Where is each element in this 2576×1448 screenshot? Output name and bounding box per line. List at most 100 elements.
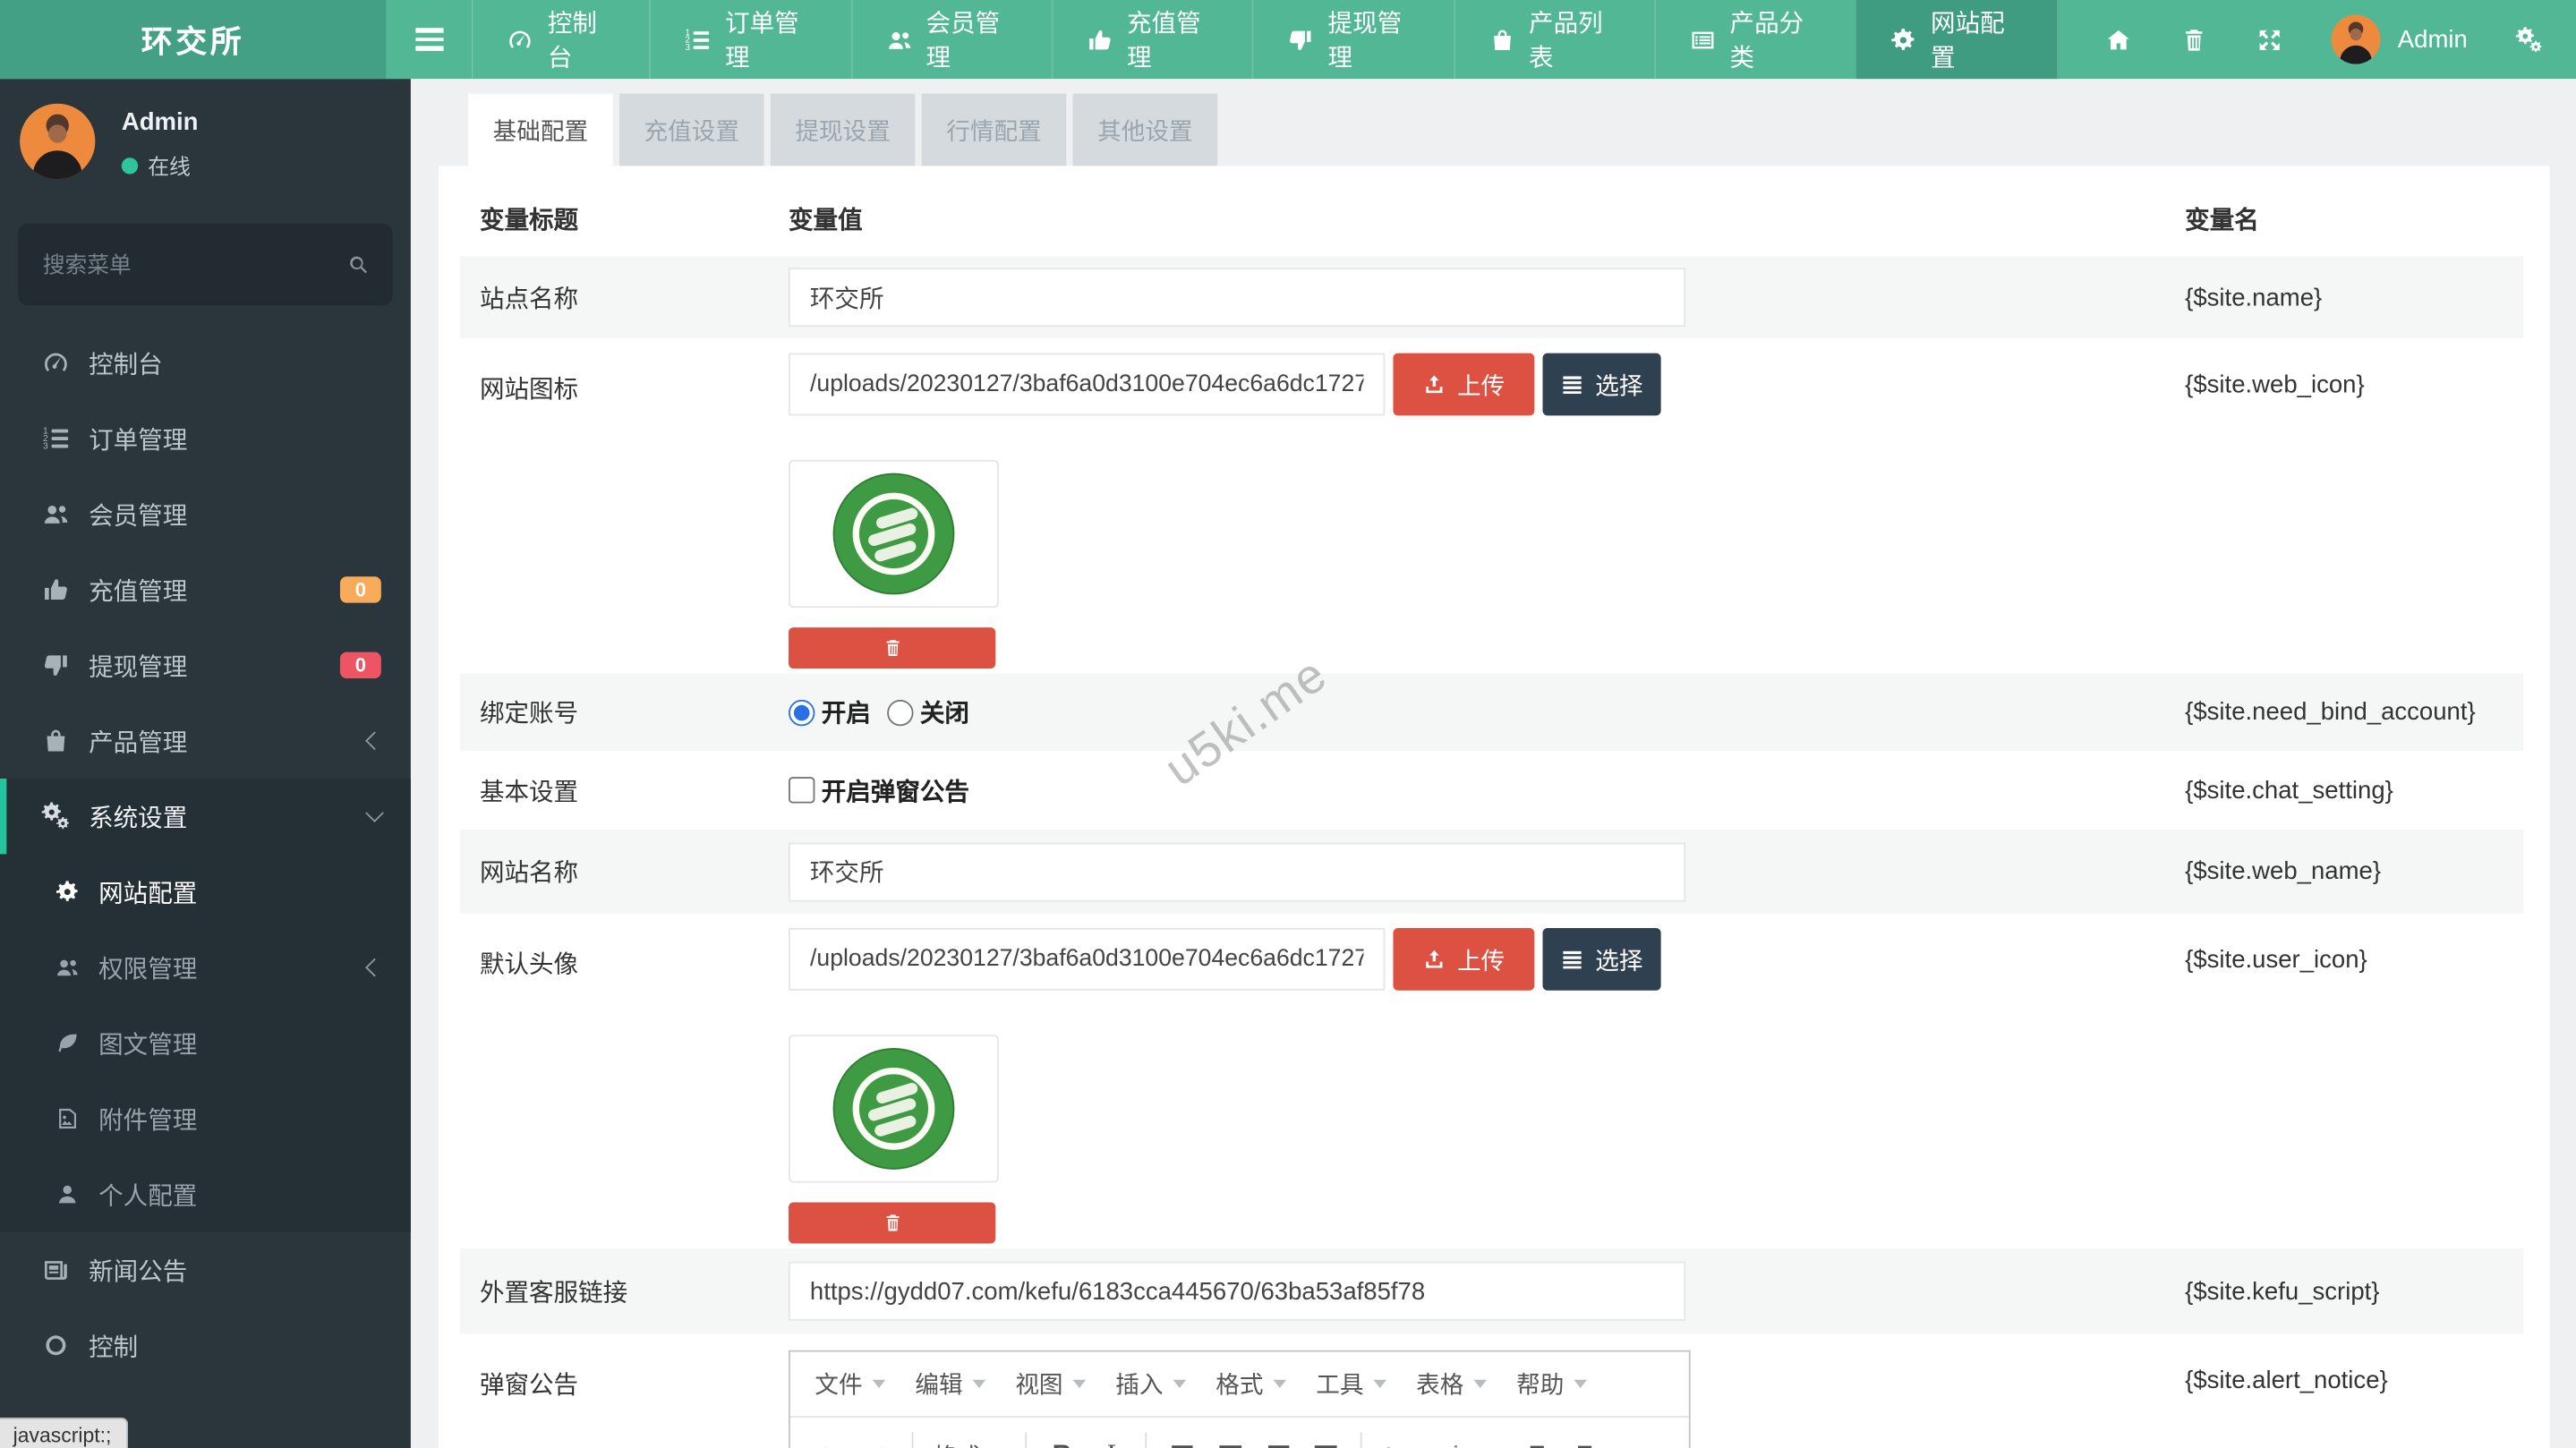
menu-view[interactable]: 视图 bbox=[1001, 1367, 1101, 1401]
undo-button[interactable] bbox=[808, 1435, 849, 1448]
caret-down-icon bbox=[1574, 1380, 1587, 1388]
web-name-input[interactable] bbox=[789, 842, 1685, 901]
chevron-left-icon bbox=[365, 958, 384, 977]
site-name-input[interactable] bbox=[789, 268, 1685, 327]
sidebar-toggle-button[interactable] bbox=[386, 0, 472, 79]
top-navbar: 环交所 控制台 123订单管理 会员管理 充值管理 提现管理 产品列表 产品分类… bbox=[0, 0, 2576, 79]
select-button[interactable]: 选择 bbox=[1542, 353, 1660, 416]
var-name: {$site.kefu_script} bbox=[2185, 1277, 2523, 1305]
sidebar-item-control[interactable]: 控制 bbox=[0, 1307, 411, 1383]
table-row: 弹窗公告 文件 编辑 视图 插入 格式 工具 表格 帮助 bbox=[460, 1333, 2523, 1448]
outdent-button[interactable] bbox=[1512, 1435, 1553, 1448]
align-justify-button[interactable] bbox=[1304, 1435, 1345, 1448]
sidebar-item-orders[interactable]: 123订单管理 bbox=[0, 401, 411, 476]
bold-button[interactable]: B bbox=[1042, 1435, 1083, 1448]
chevron-down-icon bbox=[365, 804, 384, 822]
home-icon[interactable] bbox=[2105, 25, 2133, 53]
status-badge: 0 bbox=[340, 652, 381, 678]
web-icon-preview[interactable] bbox=[789, 460, 999, 608]
align-center-button[interactable] bbox=[1209, 1435, 1250, 1448]
caret-down-icon bbox=[1073, 1380, 1087, 1388]
delete-image-button[interactable] bbox=[789, 1203, 995, 1244]
row-title: 默认头像 bbox=[460, 914, 789, 981]
menu-file[interactable]: 文件 bbox=[800, 1367, 900, 1401]
sidebar-item-recharge[interactable]: 充值管理0 bbox=[0, 552, 411, 627]
radio-on[interactable] bbox=[789, 699, 815, 725]
sidebar-item-members[interactable]: 会员管理 bbox=[0, 476, 411, 551]
upload-button[interactable]: 上传 bbox=[1393, 928, 1534, 991]
ordered-list-icon: 123 bbox=[684, 25, 712, 53]
fullscreen-icon[interactable] bbox=[2256, 25, 2284, 53]
table-row: 默认头像 上传 选择 {$site.user_icon} bbox=[460, 914, 2523, 1248]
numbered-list-button[interactable]: 12 bbox=[1444, 1435, 1485, 1448]
search-icon[interactable] bbox=[346, 252, 371, 277]
topnav-item-orders[interactable]: 123订单管理 bbox=[650, 0, 850, 79]
select-button[interactable]: 选择 bbox=[1542, 928, 1660, 991]
radio-off[interactable] bbox=[887, 699, 913, 725]
avatar[interactable] bbox=[2332, 15, 2381, 64]
topnav-item-dashboard[interactable]: 控制台 bbox=[472, 0, 649, 79]
format-select[interactable]: 格式 bbox=[925, 1438, 1013, 1448]
menu-tools[interactable]: 工具 bbox=[1301, 1367, 1402, 1401]
search-input[interactable] bbox=[39, 251, 346, 278]
menu-edit[interactable]: 编辑 bbox=[900, 1367, 1001, 1401]
sidebar-item-personal-config[interactable]: 个人配置 bbox=[0, 1156, 411, 1231]
menu-insert[interactable]: 插入 bbox=[1101, 1367, 1201, 1401]
settings-gears-icon[interactable] bbox=[2515, 25, 2543, 53]
redo-button[interactable] bbox=[856, 1435, 897, 1448]
brand-title: 环交所 bbox=[0, 0, 386, 79]
sidebar-item-site-config[interactable]: 网站配置 bbox=[0, 854, 411, 929]
trash-icon[interactable] bbox=[2181, 25, 2209, 53]
align-left-button[interactable] bbox=[1162, 1435, 1203, 1448]
kefu-link-input[interactable] bbox=[789, 1262, 1685, 1321]
redo-icon bbox=[862, 1441, 891, 1448]
topnav-item-withdraw[interactable]: 提现管理 bbox=[1252, 0, 1453, 79]
tab-recharge-settings[interactable]: 充值设置 bbox=[619, 94, 764, 166]
topnav-item-members[interactable]: 会员管理 bbox=[850, 0, 1051, 79]
sidebar-item-withdraw[interactable]: 提现管理0 bbox=[0, 627, 411, 703]
tab-basic-config[interactable]: 基础配置 bbox=[468, 94, 613, 166]
delete-image-button[interactable] bbox=[789, 627, 995, 669]
align-right-button[interactable] bbox=[1257, 1435, 1298, 1448]
menu-help[interactable]: 帮助 bbox=[1502, 1367, 1602, 1401]
online-dot-icon bbox=[122, 157, 138, 173]
checkbox-popup-notice[interactable]: 开启弹窗公告 bbox=[789, 773, 969, 808]
sidebar: Admin 在线 控制台 123订单管理 会员管理 充值管理0 提现管理0 产品… bbox=[0, 79, 411, 1448]
user-icon-preview[interactable] bbox=[789, 1035, 999, 1182]
italic-button[interactable]: I bbox=[1089, 1435, 1130, 1448]
profile-username[interactable]: Admin bbox=[122, 108, 199, 136]
menu-table[interactable]: 表格 bbox=[1402, 1367, 1502, 1401]
admin-page: 环交所 控制台 123订单管理 会员管理 充值管理 提现管理 产品列表 产品分类… bbox=[0, 0, 2576, 1448]
tab-other-settings[interactable]: 其他设置 bbox=[1073, 94, 1218, 166]
header-var-name: 变量名 bbox=[2185, 202, 2523, 237]
topnav-item-products[interactable]: 产品列表 bbox=[1454, 0, 1654, 79]
tab-market-config[interactable]: 行情配置 bbox=[922, 94, 1067, 166]
sidebar-item-permissions[interactable]: 权限管理 bbox=[0, 930, 411, 1005]
radio-option-off[interactable]: 关闭 bbox=[887, 694, 969, 729]
tab-withdraw-settings[interactable]: 提现设置 bbox=[771, 94, 916, 166]
avatar[interactable] bbox=[20, 104, 95, 179]
sidebar-item-system-settings[interactable]: 系统设置 bbox=[0, 779, 411, 854]
leaf-icon bbox=[55, 1030, 81, 1056]
sidebar-item-news[interactable]: 新闻公告 bbox=[0, 1232, 411, 1307]
bullet-list-button[interactable] bbox=[1377, 1435, 1418, 1448]
sidebar-item-content[interactable]: 图文管理 bbox=[0, 1005, 411, 1080]
upload-icon bbox=[1423, 948, 1446, 971]
sidebar-item-attachments[interactable]: 附件管理 bbox=[0, 1081, 411, 1156]
user-icon-path-input[interactable] bbox=[789, 928, 1385, 991]
web-icon-path-input[interactable] bbox=[789, 353, 1385, 416]
sidebar-item-dashboard[interactable]: 控制台 bbox=[0, 325, 411, 400]
topnav-item-categories[interactable]: 产品分类 bbox=[1654, 0, 1855, 79]
caret-down-icon bbox=[873, 1380, 886, 1388]
indent-button[interactable] bbox=[1559, 1435, 1600, 1448]
upload-button[interactable]: 上传 bbox=[1393, 353, 1534, 416]
sidebar-item-products[interactable]: 产品管理 bbox=[0, 703, 411, 779]
image-file-icon bbox=[55, 1105, 81, 1131]
topnav-item-site-config[interactable]: 网站配置 bbox=[1855, 0, 2058, 79]
radio-option-on[interactable]: 开启 bbox=[789, 694, 871, 729]
topnav-item-recharge[interactable]: 充值管理 bbox=[1052, 0, 1252, 79]
popup-notice-checkbox[interactable] bbox=[789, 777, 815, 803]
user-menu[interactable]: Admin bbox=[2398, 25, 2468, 53]
row-title: 外置客服链接 bbox=[460, 1273, 789, 1308]
menu-format[interactable]: 格式 bbox=[1201, 1367, 1301, 1401]
